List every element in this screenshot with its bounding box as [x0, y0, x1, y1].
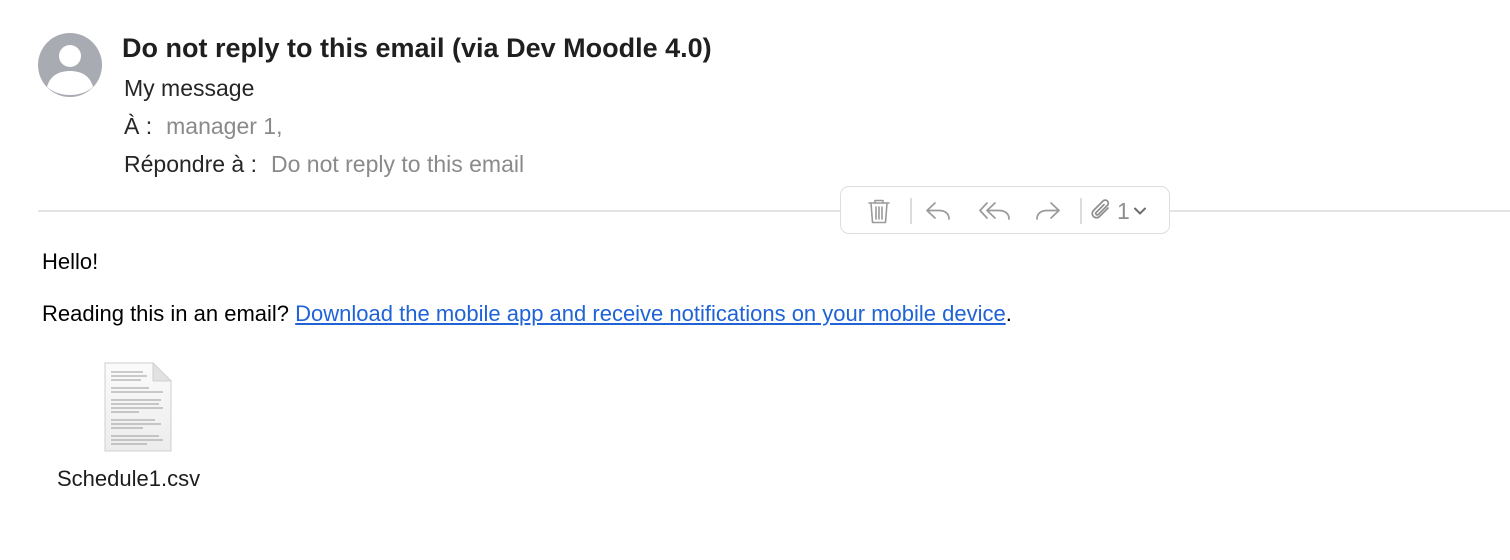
attachment-item[interactable]: Schedule1.csv	[50, 360, 225, 500]
reply-to-row: Répondre à : Do not reply to this email	[124, 149, 524, 179]
mobile-app-paragraph: Reading this in an email? Download the m…	[42, 299, 1012, 329]
paperclip-icon	[1091, 199, 1110, 219]
reply-icon	[926, 202, 950, 220]
attachment-count: 1	[1117, 197, 1130, 224]
delete-button[interactable]	[861, 196, 897, 226]
reading-prefix: Reading this in an email?	[42, 301, 290, 326]
attachment-filename: Schedule1.csv	[57, 466, 201, 491]
email-subject: Do not reply to this email (via Dev Mood…	[122, 33, 712, 63]
to-row: À : manager 1,	[124, 111, 282, 141]
sender-avatar	[38, 33, 102, 97]
reading-suffix: .	[1005, 301, 1012, 326]
trash-icon	[868, 199, 890, 224]
reply-all-button[interactable]	[975, 196, 1015, 226]
mobile-app-link[interactable]: Download the mobile app and receive noti…	[295, 301, 1006, 326]
person-icon	[47, 45, 93, 95]
reply-all-icon	[979, 202, 1010, 220]
forward-icon	[1036, 202, 1060, 220]
toolbar-separator	[910, 198, 912, 224]
reply-to-address[interactable]: Do not reply to this email	[271, 151, 524, 177]
header-divider	[38, 210, 1510, 212]
to-label: À :	[124, 113, 153, 139]
forward-button[interactable]	[1031, 196, 1065, 226]
to-recipient[interactable]: manager 1,	[166, 113, 282, 139]
chevron-down-icon	[1133, 207, 1146, 215]
toolbar-separator	[1080, 198, 1082, 224]
document-icon	[104, 362, 173, 452]
reply-to-label: Répondre à :	[124, 151, 257, 177]
message-title: My message	[124, 75, 255, 101]
reply-button[interactable]	[921, 196, 955, 226]
greeting-text: Hello!	[42, 249, 99, 274]
attachments-menu-button[interactable]: 1	[1089, 196, 1155, 226]
message-toolbar: 1	[840, 186, 1170, 234]
